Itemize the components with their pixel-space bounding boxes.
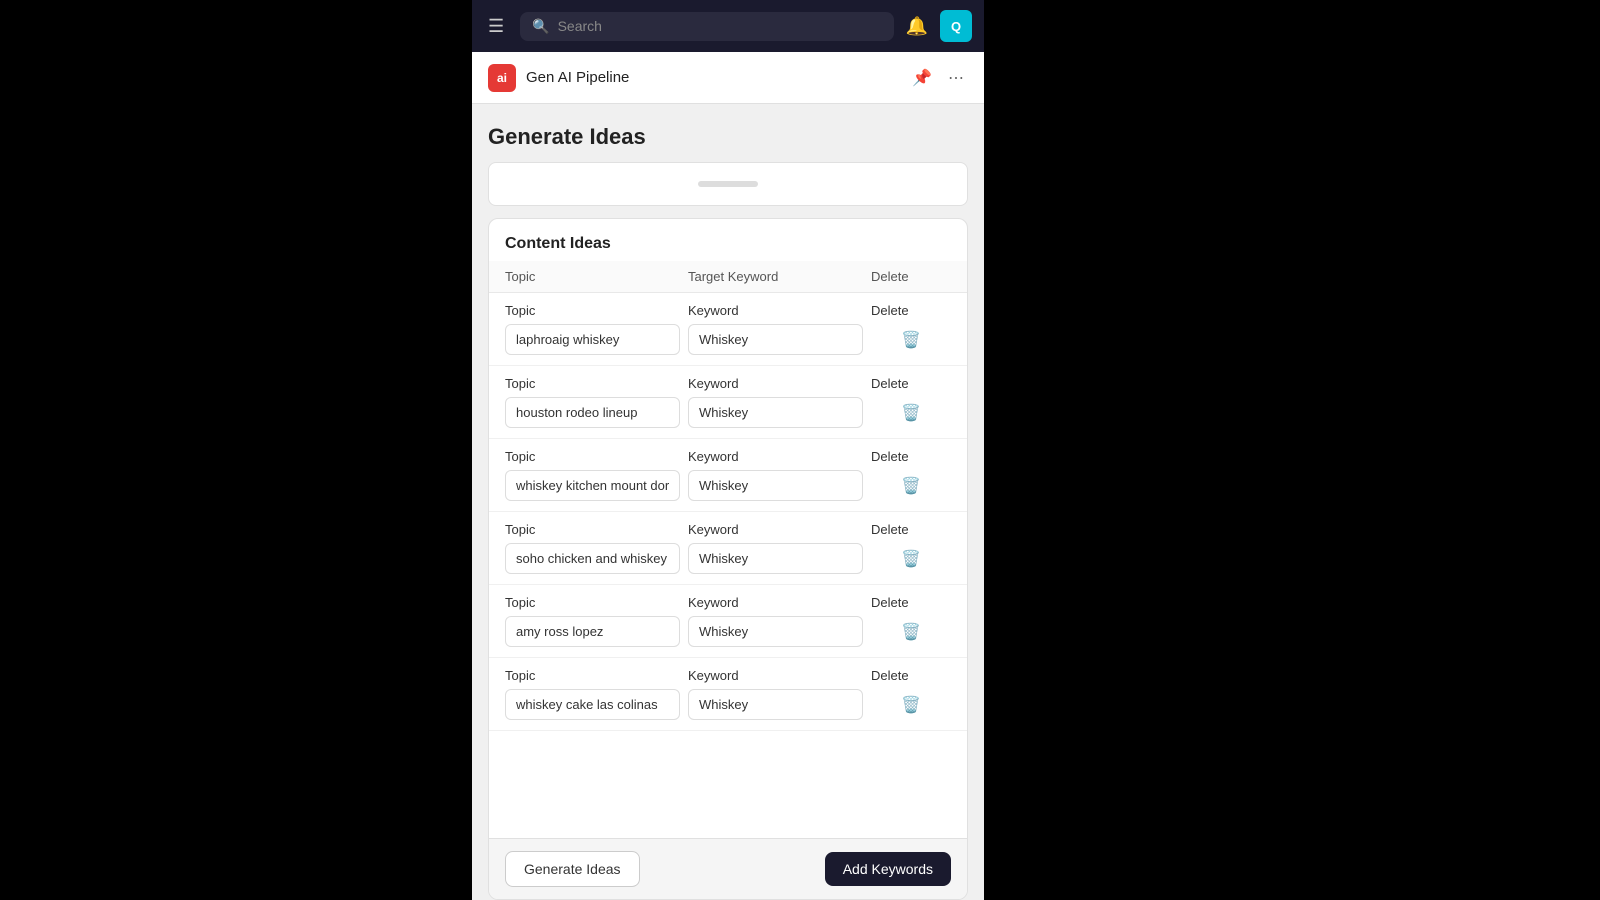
- topic-input-0[interactable]: [505, 324, 680, 355]
- keyword-label-1: Keyword: [688, 376, 871, 391]
- page-content: Generate Ideas Content Ideas Topic Targe…: [472, 104, 984, 900]
- topic-label-5: Topic: [505, 668, 688, 683]
- table-body: Topic Keyword Delete 🗑️ Topic Keyword De…: [489, 293, 967, 838]
- keyword-label-3: Keyword: [688, 522, 871, 537]
- bottom-bar: Generate Ideas Add Keywords: [489, 838, 967, 899]
- topic-input-1[interactable]: [505, 397, 680, 428]
- delete-button-4[interactable]: 🗑️: [897, 618, 925, 646]
- keyword-input-0[interactable]: [688, 324, 863, 355]
- col-header-topic: Topic: [505, 269, 688, 284]
- keyword-label-0: Keyword: [688, 303, 871, 318]
- scroll-indicator: [698, 181, 758, 187]
- delete-button-2[interactable]: 🗑️: [897, 472, 925, 500]
- table-row: Topic Keyword Delete 🗑️: [489, 366, 967, 439]
- table-row: Topic Keyword Delete 🗑️: [489, 439, 967, 512]
- bell-icon[interactable]: 🔔: [906, 16, 928, 37]
- delete-label-1: Delete: [871, 376, 951, 391]
- app-logo-icon: ai: [488, 64, 516, 92]
- hamburger-icon[interactable]: ☰: [484, 12, 508, 41]
- topic-label-4: Topic: [505, 595, 688, 610]
- card-title: Content Ideas: [489, 219, 967, 261]
- col-header-keyword: Target Keyword: [688, 269, 871, 284]
- table-header: Topic Target Keyword Delete: [489, 261, 967, 293]
- delete-label-4: Delete: [871, 595, 951, 610]
- more-options-icon[interactable]: ⋯: [944, 64, 968, 92]
- pin-icon[interactable]: 📌: [908, 64, 936, 92]
- topic-label-2: Topic: [505, 449, 688, 464]
- delete-label-3: Delete: [871, 522, 951, 537]
- topic-label-0: Topic: [505, 303, 688, 318]
- keyword-input-5[interactable]: [688, 689, 863, 720]
- top-scroll-area: [488, 162, 968, 206]
- add-keywords-button[interactable]: Add Keywords: [825, 852, 951, 886]
- delete-button-3[interactable]: 🗑️: [897, 545, 925, 573]
- keyword-label-4: Keyword: [688, 595, 871, 610]
- topic-input-5[interactable]: [505, 689, 680, 720]
- topic-input-2[interactable]: [505, 470, 680, 501]
- page-title: Generate Ideas: [488, 124, 968, 150]
- table-row: Topic Keyword Delete 🗑️: [489, 293, 967, 366]
- app-title: Gen AI Pipeline: [526, 69, 898, 86]
- delete-label-2: Delete: [871, 449, 951, 464]
- sub-header: ai Gen AI Pipeline 📌 ⋯: [472, 52, 984, 104]
- keyword-input-2[interactable]: [688, 470, 863, 501]
- avatar: Q: [940, 10, 972, 42]
- topic-input-3[interactable]: [505, 543, 680, 574]
- search-bar: 🔍: [520, 12, 893, 41]
- search-input[interactable]: [558, 18, 882, 34]
- delete-label-5: Delete: [871, 668, 951, 683]
- table-row: Topic Keyword Delete 🗑️: [489, 585, 967, 658]
- keyword-input-3[interactable]: [688, 543, 863, 574]
- sub-header-icons: 📌 ⋯: [908, 64, 968, 92]
- keyword-input-1[interactable]: [688, 397, 863, 428]
- keyword-input-4[interactable]: [688, 616, 863, 647]
- table-row: Topic Keyword Delete 🗑️: [489, 512, 967, 585]
- content-ideas-card: Content Ideas Topic Target Keyword Delet…: [488, 218, 968, 900]
- topic-label-3: Topic: [505, 522, 688, 537]
- delete-label-0: Delete: [871, 303, 951, 318]
- topic-input-4[interactable]: [505, 616, 680, 647]
- delete-button-5[interactable]: 🗑️: [897, 691, 925, 719]
- col-header-delete: Delete: [871, 269, 951, 284]
- navbar: ☰ 🔍 🔔 Q: [472, 0, 984, 52]
- keyword-label-5: Keyword: [688, 668, 871, 683]
- search-icon: 🔍: [532, 18, 549, 35]
- delete-button-0[interactable]: 🗑️: [897, 326, 925, 354]
- topic-label-1: Topic: [505, 376, 688, 391]
- generate-ideas-button[interactable]: Generate Ideas: [505, 851, 640, 887]
- delete-button-1[interactable]: 🗑️: [897, 399, 925, 427]
- keyword-label-2: Keyword: [688, 449, 871, 464]
- table-row: Topic Keyword Delete 🗑️: [489, 658, 967, 731]
